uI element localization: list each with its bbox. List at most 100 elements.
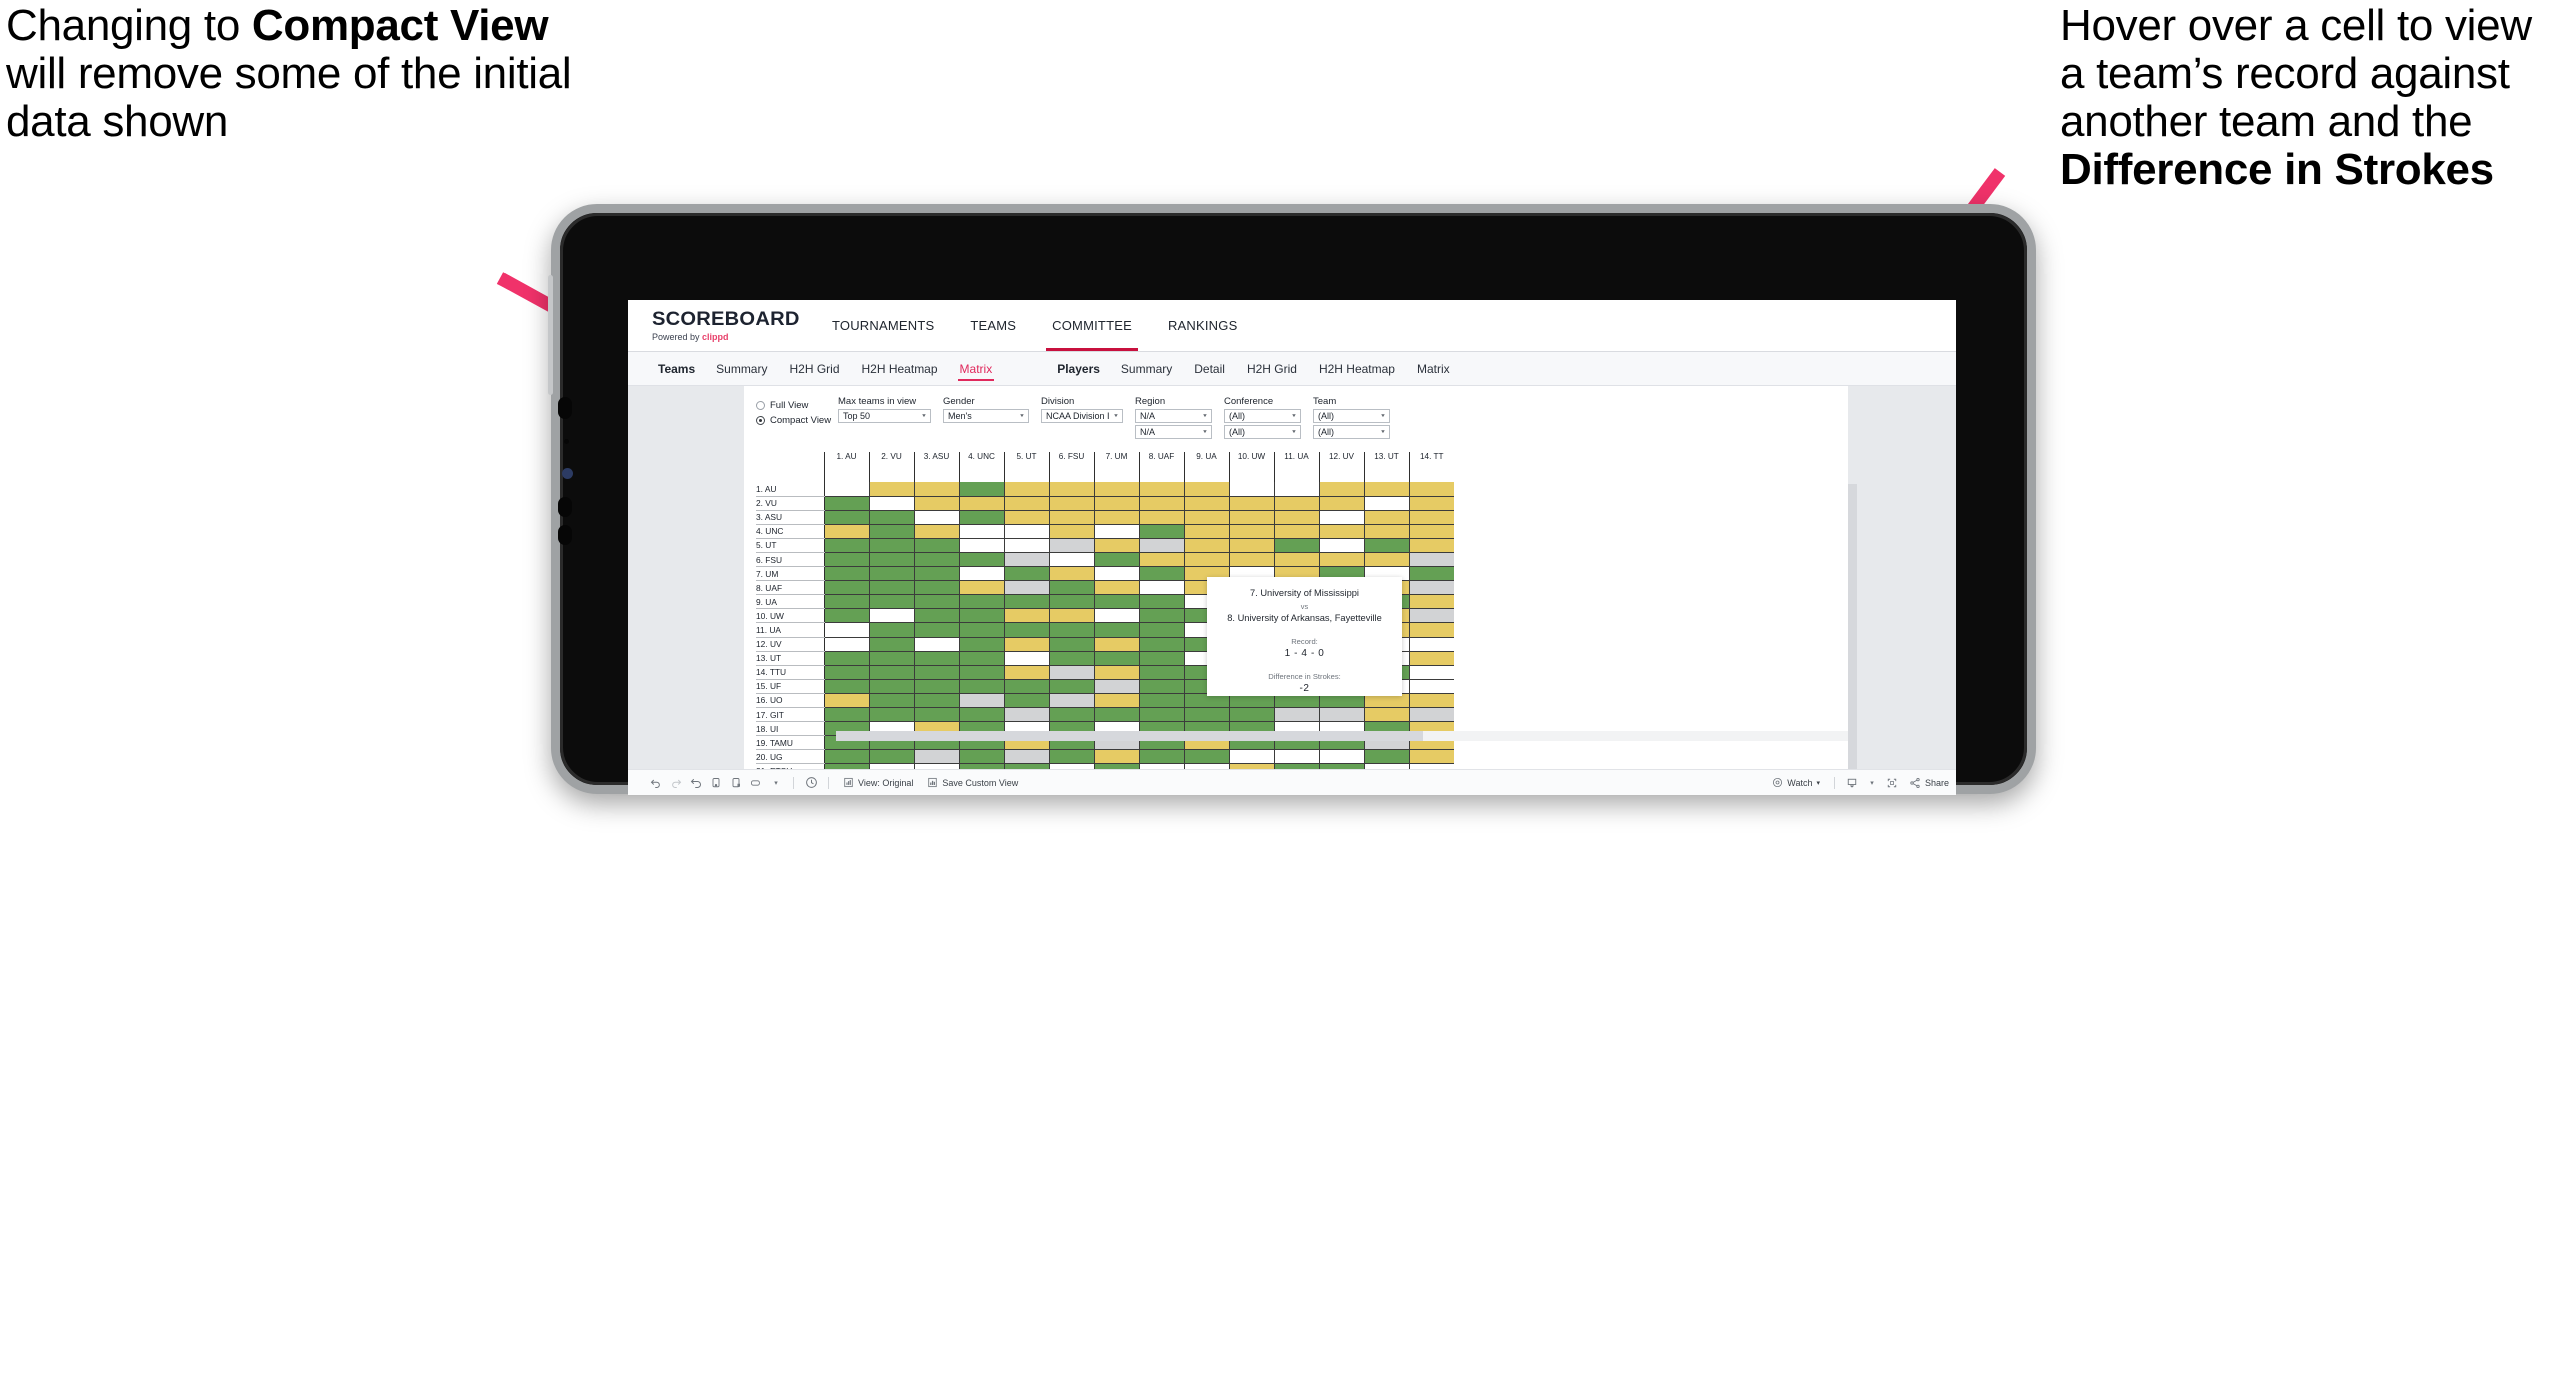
matrix-cell[interactable] bbox=[1138, 538, 1184, 553]
matrix-cell[interactable] bbox=[1408, 665, 1454, 680]
matrix-cell[interactable] bbox=[958, 538, 1004, 553]
matrix-cell[interactable] bbox=[823, 552, 869, 568]
matrix-cell[interactable] bbox=[1093, 538, 1139, 553]
matrix-cell[interactable] bbox=[1048, 749, 1094, 765]
matrix-cell[interactable] bbox=[823, 651, 869, 666]
matrix-cell[interactable] bbox=[1408, 651, 1454, 666]
matrix-cell[interactable] bbox=[868, 608, 914, 624]
matrix-cell[interactable] bbox=[913, 524, 959, 539]
filter-conference-select-2[interactable]: (All) ▼ bbox=[1224, 425, 1301, 439]
filter-region-select-1[interactable]: N/A ▼ bbox=[1135, 409, 1212, 423]
matrix-cell[interactable] bbox=[1363, 749, 1409, 765]
matrix-cell[interactable] bbox=[1093, 693, 1139, 709]
matrix-cell[interactable] bbox=[1408, 566, 1454, 582]
matrix-cell[interactable] bbox=[1183, 552, 1229, 568]
matrix-cell[interactable] bbox=[1228, 496, 1274, 511]
matrix-cell[interactable] bbox=[1138, 594, 1184, 610]
matrix-cell[interactable] bbox=[958, 510, 1004, 525]
filter-division-select[interactable]: NCAA Division I ▼ bbox=[1041, 409, 1123, 423]
redo-icon[interactable] bbox=[666, 773, 686, 793]
matrix-cell[interactable] bbox=[1048, 622, 1094, 638]
matrix-cell[interactable] bbox=[1093, 580, 1139, 596]
matrix-cell[interactable] bbox=[1003, 651, 1049, 666]
device-layout-icon[interactable] bbox=[1842, 773, 1862, 793]
matrix-cell[interactable] bbox=[823, 622, 869, 638]
matrix-cell[interactable] bbox=[1273, 510, 1319, 525]
share-button[interactable]: Share bbox=[1902, 773, 1956, 793]
matrix-cell[interactable] bbox=[1273, 552, 1319, 568]
matrix-cell[interactable] bbox=[1318, 749, 1364, 765]
matrix-cell[interactable] bbox=[1363, 482, 1409, 497]
matrix-cell[interactable] bbox=[1138, 524, 1184, 539]
matrix-cell[interactable] bbox=[1093, 594, 1139, 610]
matrix-cell[interactable] bbox=[913, 482, 959, 497]
matrix-cell[interactable] bbox=[913, 637, 959, 652]
matrix-cell[interactable] bbox=[868, 679, 914, 694]
matrix-cell[interactable] bbox=[1228, 552, 1274, 568]
matrix-cell[interactable] bbox=[958, 552, 1004, 568]
matrix-cell[interactable] bbox=[1093, 510, 1139, 525]
matrix-cell[interactable] bbox=[1048, 496, 1094, 511]
matrix-cell[interactable] bbox=[1408, 524, 1454, 539]
matrix-cell[interactable] bbox=[823, 665, 869, 680]
matrix-cell[interactable] bbox=[1138, 665, 1184, 680]
matrix-cell[interactable] bbox=[1183, 538, 1229, 553]
matrix-cell[interactable] bbox=[958, 482, 1004, 497]
matrix-cell[interactable] bbox=[1138, 552, 1184, 568]
top-nav-teams[interactable]: TEAMS bbox=[952, 300, 1034, 351]
matrix-cell[interactable] bbox=[868, 482, 914, 497]
matrix-cell[interactable] bbox=[1228, 482, 1274, 497]
horizontal-scrollbar-track[interactable] bbox=[836, 731, 1848, 741]
matrix-cell[interactable] bbox=[913, 496, 959, 511]
matrix-cell[interactable] bbox=[1183, 749, 1229, 765]
matrix-cell[interactable] bbox=[1003, 693, 1049, 709]
matrix-cell[interactable] bbox=[1093, 749, 1139, 765]
matrix-cell[interactable] bbox=[1093, 482, 1139, 497]
tab-teams-matrix[interactable]: Matrix bbox=[949, 352, 1004, 386]
matrix-cell[interactable] bbox=[958, 707, 1004, 723]
matrix-cell[interactable] bbox=[1408, 510, 1454, 525]
matrix-cell[interactable] bbox=[958, 594, 1004, 610]
matrix-cell[interactable] bbox=[1003, 622, 1049, 638]
matrix-cell[interactable] bbox=[823, 749, 869, 765]
matrix-cell[interactable] bbox=[1093, 608, 1139, 624]
matrix-cell[interactable] bbox=[958, 679, 1004, 694]
matrix-cell[interactable] bbox=[1183, 524, 1229, 539]
matrix-cell[interactable] bbox=[1228, 524, 1274, 539]
matrix-cell[interactable] bbox=[823, 707, 869, 723]
matrix-cell[interactable] bbox=[823, 566, 869, 582]
matrix-cell[interactable] bbox=[1138, 496, 1184, 511]
matrix-cell[interactable] bbox=[1138, 510, 1184, 525]
save-custom-view-button[interactable]: Save Custom View bbox=[920, 773, 1025, 793]
matrix-cell[interactable] bbox=[868, 538, 914, 553]
tab-teams-h2h-heatmap[interactable]: H2H Heatmap bbox=[851, 352, 949, 386]
filter-conference-select-1[interactable]: (All) ▼ bbox=[1224, 409, 1301, 423]
radio-full-view[interactable]: Full View bbox=[756, 398, 838, 413]
refresh-data-icon[interactable] bbox=[706, 773, 726, 793]
matrix-cell[interactable] bbox=[823, 524, 869, 539]
matrix-cell[interactable] bbox=[1183, 510, 1229, 525]
matrix-cell[interactable] bbox=[1048, 552, 1094, 568]
matrix-cell[interactable] bbox=[1408, 552, 1454, 568]
matrix-cell[interactable] bbox=[1363, 552, 1409, 568]
matrix-cell[interactable] bbox=[1048, 594, 1094, 610]
matrix-cell[interactable] bbox=[1273, 707, 1319, 723]
matrix-cell[interactable] bbox=[1273, 496, 1319, 511]
matrix-cell[interactable] bbox=[1273, 524, 1319, 539]
matrix-cell[interactable] bbox=[823, 538, 869, 553]
matrix-cell[interactable] bbox=[1048, 580, 1094, 596]
matrix-cell[interactable] bbox=[1408, 749, 1454, 765]
matrix-cell[interactable] bbox=[1093, 552, 1139, 568]
matrix-cell[interactable] bbox=[1183, 707, 1229, 723]
top-nav-committee[interactable]: COMMITTEE bbox=[1034, 300, 1150, 351]
matrix-cell[interactable] bbox=[1408, 608, 1454, 624]
tab-players-h2h-grid[interactable]: H2H Grid bbox=[1236, 352, 1308, 386]
tab-players-detail[interactable]: Detail bbox=[1183, 352, 1236, 386]
matrix-cell[interactable] bbox=[1408, 622, 1454, 638]
matrix-cell[interactable] bbox=[868, 580, 914, 596]
matrix-cell[interactable] bbox=[913, 566, 959, 582]
matrix-cell[interactable] bbox=[1093, 679, 1139, 694]
pause-updates-icon[interactable] bbox=[726, 773, 746, 793]
matrix-cell[interactable] bbox=[1363, 510, 1409, 525]
matrix-cell[interactable] bbox=[913, 580, 959, 596]
